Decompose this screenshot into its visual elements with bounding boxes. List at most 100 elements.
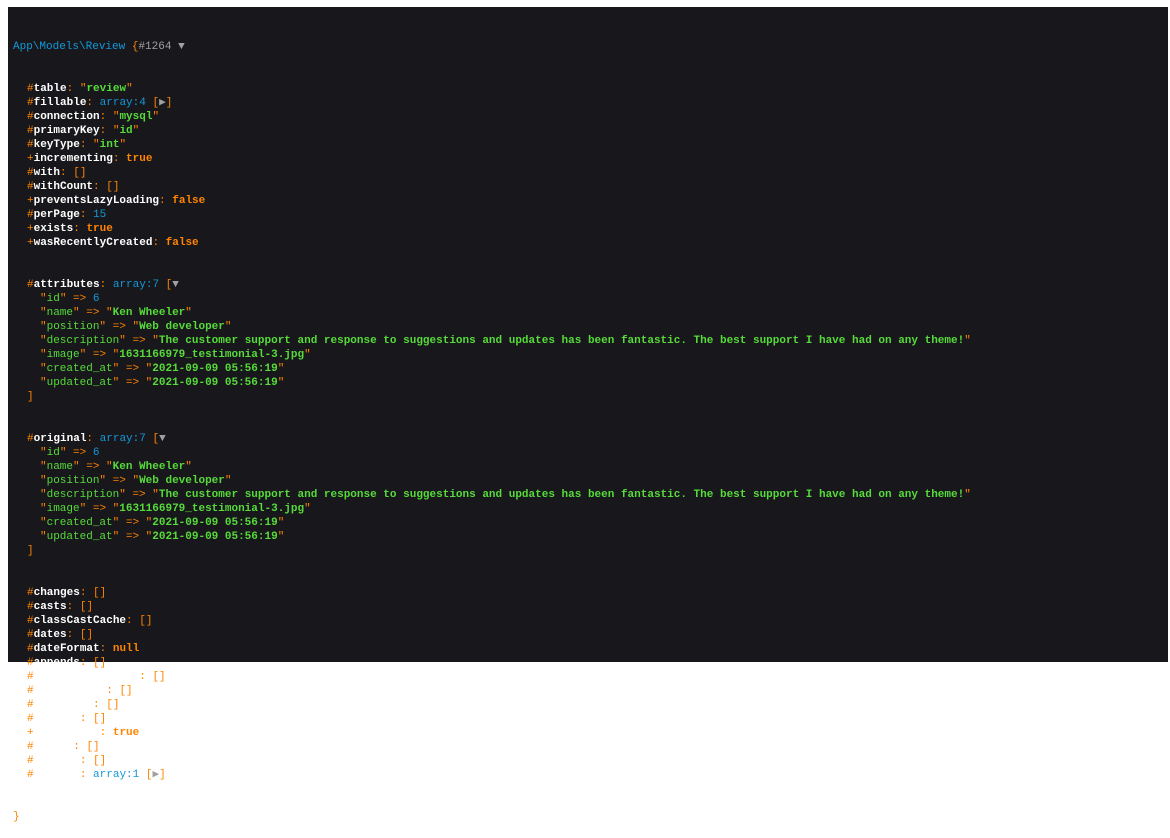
- entry-value: 1631166979_testimonial-3.jpg: [119, 503, 305, 515]
- arrow: =>: [125, 517, 140, 529]
- property-name: appends: [33, 657, 80, 669]
- property-row: #changes: []: [13, 586, 1168, 600]
- collapse-toggle-icon[interactable]: ▼: [172, 279, 179, 291]
- colon: :: [99, 727, 107, 739]
- quote: ": [40, 475, 47, 487]
- quote: ": [40, 503, 47, 515]
- colon: :: [66, 83, 74, 95]
- array-entry: "created_at" => "2021-09-09 05:56:19": [13, 516, 1168, 530]
- visibility-prefix: +: [27, 195, 34, 207]
- visibility-prefix: #: [27, 601, 34, 613]
- quote: ": [277, 363, 285, 375]
- property-row: +preventsLazyLoading: false: [13, 194, 1168, 208]
- empty-array: []: [93, 587, 107, 599]
- property-row: #table: "review": [13, 82, 1168, 96]
- quote: ": [106, 461, 113, 473]
- arrow: =>: [125, 377, 140, 389]
- expand-toggle-icon[interactable]: ▶: [159, 97, 166, 109]
- array-entry: "description" => "The customer support a…: [13, 334, 1168, 348]
- visibility-prefix: #: [27, 83, 34, 95]
- arrow: =>: [125, 363, 140, 375]
- property-name: perPage: [33, 209, 80, 221]
- colon: :: [79, 587, 87, 599]
- collapse-toggle-icon[interactable]: ▼: [178, 41, 185, 53]
- arrow: =>: [132, 335, 146, 347]
- quote: ": [40, 321, 47, 333]
- property-row: +wasRecentlyCreated: false: [13, 236, 1168, 250]
- quote: ": [40, 307, 47, 319]
- colon: :: [79, 657, 87, 669]
- quote: ": [152, 111, 160, 123]
- property-row: +timestamps: true: [13, 726, 1168, 740]
- quote: ": [40, 531, 47, 543]
- quote: ": [185, 307, 192, 319]
- colon: :: [86, 433, 94, 445]
- attributes-block: #attributes: array:7 [▼ "id" => 6 "name" =…: [13, 278, 1168, 404]
- entry-value: Web developer: [139, 321, 225, 333]
- property-row: #visible: []: [13, 754, 1168, 768]
- quote: ": [79, 349, 87, 361]
- arrow: =>: [112, 475, 126, 487]
- property-name: touches: [33, 713, 80, 725]
- colon: :: [152, 237, 160, 249]
- quote: ": [277, 377, 285, 389]
- quote: ": [964, 335, 971, 347]
- quote: ": [964, 489, 971, 501]
- quote: ": [277, 517, 285, 529]
- entry-key: description: [46, 489, 120, 501]
- quote: ": [152, 335, 159, 347]
- collapse-toggle-icon[interactable]: ▼: [159, 433, 166, 445]
- property-name: fillable: [33, 97, 87, 109]
- arrow: =>: [132, 489, 146, 501]
- entry-key: position: [46, 475, 100, 487]
- colon: :: [73, 741, 80, 753]
- entry-value: The customer support and response to sug…: [158, 335, 965, 347]
- empty-array: []: [106, 699, 120, 711]
- quote: ": [112, 517, 120, 529]
- property-name: relations: [33, 699, 94, 711]
- array-entry: "updated_at" => "2021-09-09 05:56:19": [13, 376, 1168, 390]
- property-row: #classCastCache: []: [13, 614, 1168, 628]
- quote: ": [73, 461, 80, 473]
- colon: :: [93, 699, 100, 711]
- quote: ": [79, 503, 87, 515]
- arrow: =>: [86, 461, 100, 473]
- visibility-prefix: #: [27, 125, 34, 137]
- quote: ": [40, 517, 47, 529]
- quote: ": [106, 307, 113, 319]
- array-count: array:4: [99, 97, 146, 109]
- visibility-prefix: #: [27, 699, 34, 711]
- property-name: keyType: [33, 139, 80, 151]
- array-count: array:1: [93, 769, 140, 781]
- property-name: observables: [33, 685, 107, 697]
- quote: ": [224, 321, 232, 333]
- open-bracket: [: [145, 769, 153, 781]
- quote: ": [99, 321, 107, 333]
- property-row: #appends: []: [13, 656, 1168, 670]
- expand-toggle-icon[interactable]: ▶: [152, 769, 159, 781]
- visibility-prefix: #: [27, 181, 34, 193]
- quote: ": [224, 475, 232, 487]
- property-name: dateFormat: [33, 643, 100, 655]
- property-value: id: [119, 125, 133, 137]
- quote: ": [99, 475, 107, 487]
- visibility-prefix: #: [27, 671, 34, 683]
- close-brace: }: [13, 811, 20, 823]
- property-name: classCastCache: [33, 615, 127, 627]
- entry-key: position: [46, 321, 100, 333]
- quote: ": [119, 489, 126, 501]
- arrow: =>: [112, 321, 126, 333]
- property-row: #fillable: array:4 [▶]: [13, 96, 1168, 110]
- quote: ": [40, 335, 47, 347]
- array-count: array:7: [112, 279, 160, 291]
- empty-array: []: [106, 181, 120, 193]
- dump-footer: }: [13, 810, 1168, 824]
- property-name: table: [33, 83, 67, 95]
- quote: ": [59, 447, 67, 459]
- visibility-prefix: +: [27, 153, 34, 165]
- colon: :: [106, 685, 113, 697]
- visibility-prefix: #: [27, 139, 34, 151]
- close-bracket: ]: [27, 545, 34, 557]
- property-name: dispatchesEvents: [33, 671, 140, 683]
- entry-value: Ken Wheeler: [112, 307, 186, 319]
